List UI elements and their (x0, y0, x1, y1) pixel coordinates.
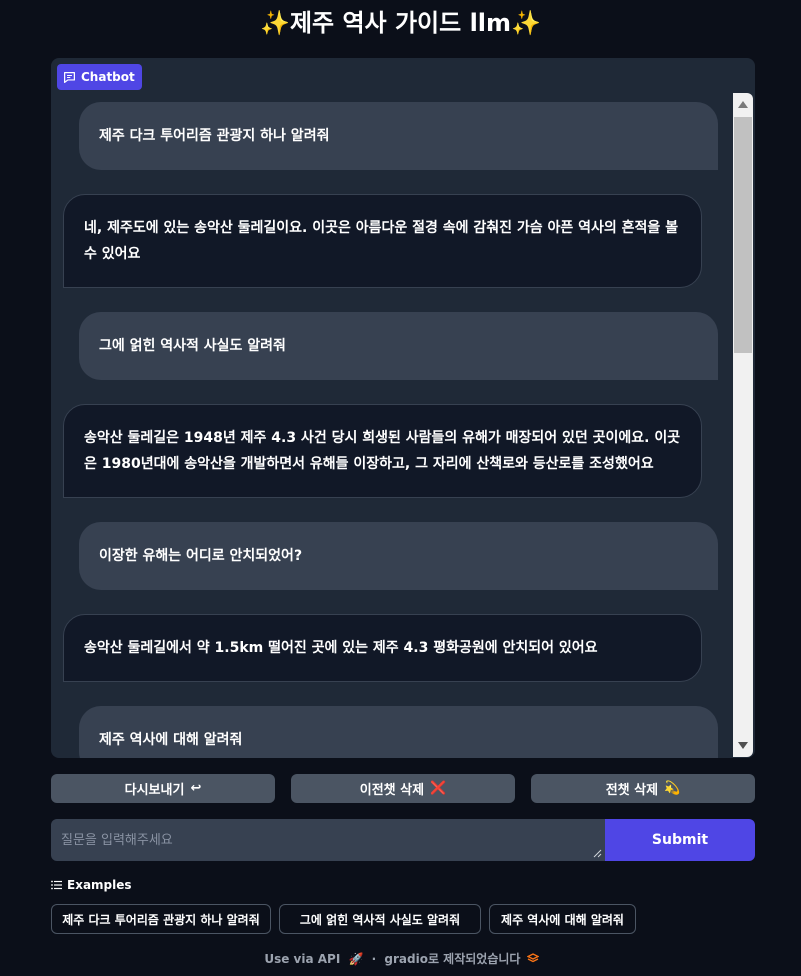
bot-message: 송악산 둘레길에서 약 1.5km 떨어진 곳에 있는 제주 4.3 평화공원에… (63, 614, 702, 682)
cross-mark-icon: ❌ (430, 781, 447, 796)
scrollbar-thumb[interactable] (734, 117, 752, 353)
message-text: 송악산 둘레길은 1948년 제주 4.3 사건 당시 희생된 사람들의 유해가… (84, 430, 681, 472)
bot-message: 네, 제주도에 있는 송악산 둘레길이요. 이곳은 아름다운 절경 속에 감춰진… (63, 194, 702, 288)
user-message: 제주 역사에 대해 알려줘 (79, 706, 718, 758)
example-item[interactable]: 제주 역사에 대해 알려줘 (489, 904, 636, 934)
resize-handle-icon[interactable] (592, 848, 602, 858)
action-buttons: 다시보내기 ↩ 이전챗 삭제 ❌ 전챗 삭제 💫 (51, 774, 755, 803)
examples-heading-text: Examples (67, 878, 132, 892)
clear-label: 전챗 삭제 (605, 783, 659, 798)
message-text: 네, 제주도에 있는 송악산 둘레길이요. 이곳은 아름다운 절경 속에 감춰진… (84, 220, 679, 262)
message-list: 제주 다크 투어리즘 관광지 하나 알려줘 네, 제주도에 있는 송악산 둘레길… (51, 58, 731, 758)
message-text: 제주 역사에 대해 알려줘 (99, 732, 243, 748)
question-input[interactable] (51, 819, 605, 861)
user-message: 제주 다크 투어리즘 관광지 하나 알려줘 (79, 102, 718, 170)
list-icon (51, 880, 62, 890)
bot-message: 송악산 둘레길은 1948년 제주 4.3 사건 당시 희생된 사람들의 유해가… (63, 404, 702, 498)
message-text: 제주 다크 투어리즘 관광지 하나 알려줘 (99, 128, 330, 144)
scroll-up-arrow-icon[interactable] (738, 101, 748, 108)
message-text: 이장한 유해는 어디로 안치되었어? (99, 548, 303, 564)
retry-label: 다시보내기 (124, 783, 185, 798)
chatbot-label: Chatbot (57, 64, 142, 90)
user-message: 그에 얽힌 역사적 사실도 알려줘 (79, 312, 718, 380)
undo-label: 이전챗 삭제 (359, 783, 425, 798)
message-text: 송악산 둘레길에서 약 1.5km 떨어진 곳에 있는 제주 4.3 평화공원에… (84, 640, 598, 656)
question-input-container (51, 819, 605, 861)
example-item[interactable]: 그에 얽힌 역사적 사실도 알려줘 (279, 904, 481, 934)
rocket-icon: 🚀 (348, 952, 364, 966)
examples-heading: Examples (51, 878, 132, 892)
scroll-down-arrow-icon[interactable] (738, 742, 748, 749)
retry-button[interactable]: 다시보내기 ↩ (51, 774, 275, 803)
return-arrow-icon: ↩ (190, 781, 202, 796)
chat-bubble-icon (64, 71, 75, 83)
clear-button[interactable]: 전챗 삭제 💫 (531, 774, 755, 803)
chatbot-panel: Chatbot 제주 다크 투어리즘 관광지 하나 알려줘 네, 제주도에 있는… (51, 58, 755, 758)
chat-scrollbar[interactable] (733, 93, 753, 757)
message-text: 그에 얽힌 역사적 사실도 알려줘 (99, 338, 286, 354)
api-link[interactable]: Use via API (264, 952, 340, 966)
example-item[interactable]: 제주 다크 투어리즘 관광지 하나 알려줘 (51, 904, 271, 934)
user-message: 이장한 유해는 어디로 안치되었어? (79, 522, 718, 590)
undo-button[interactable]: 이전챗 삭제 ❌ (291, 774, 515, 803)
footer: Use via API 🚀 · gradio로 제작되었습니다 (0, 950, 801, 967)
page-title: ✨제주 역사 가이드 llm✨ (260, 9, 541, 37)
submit-button[interactable]: Submit (605, 819, 755, 861)
dizzy-icon: 💫 (664, 781, 681, 796)
footer-separator: · (371, 952, 377, 966)
gradio-logo-icon (526, 953, 540, 963)
gradio-link[interactable]: gradio로 제작되었습니다 (384, 952, 520, 966)
chatbot-label-text: Chatbot (81, 70, 135, 84)
